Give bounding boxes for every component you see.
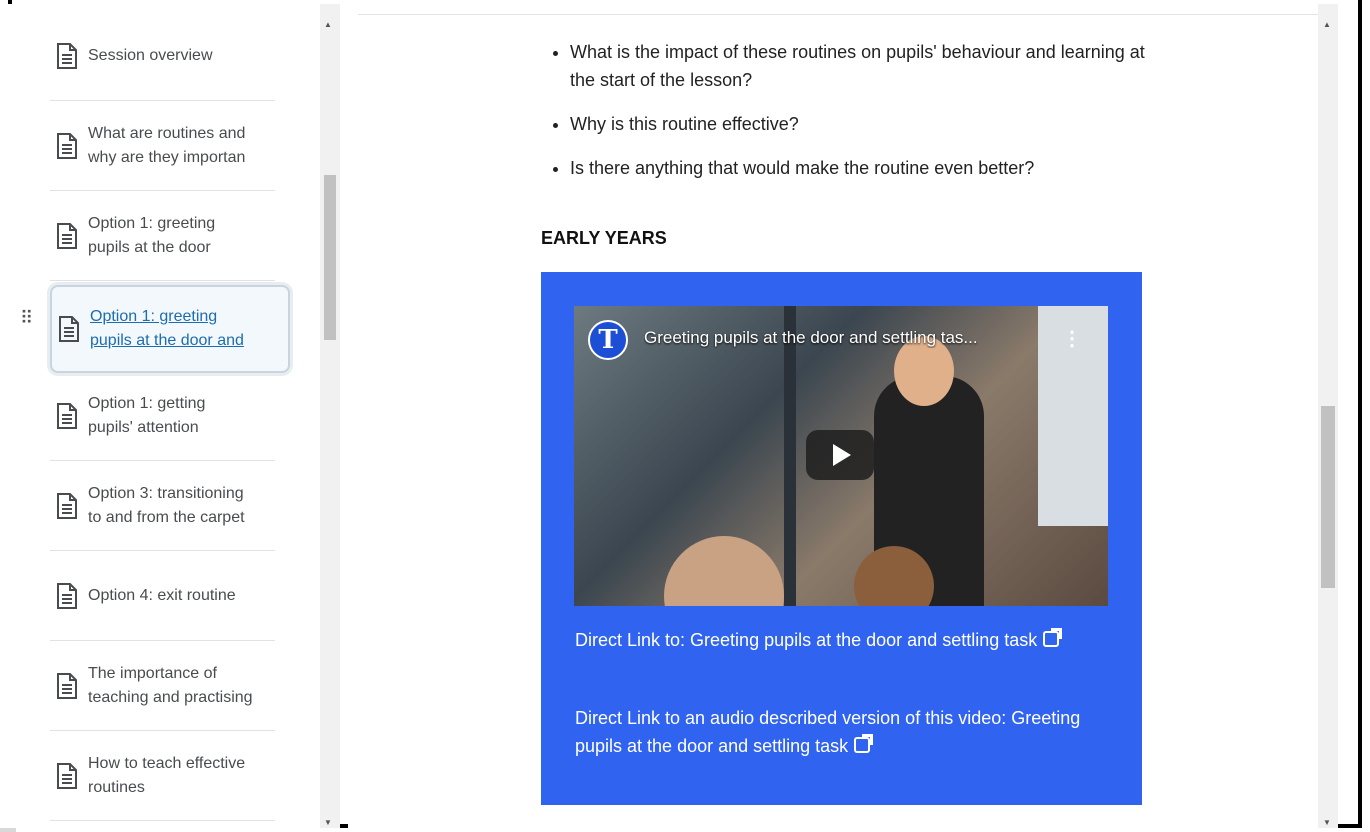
document-icon [56,583,78,609]
toc-item-label-line: Option 1: greeting [88,215,216,232]
toc-item[interactable]: What are routines and why are they import… [50,102,275,191]
video-more-icon[interactable]: ⋮ [1062,326,1082,351]
toc-item[interactable]: How to teach effective routines [50,732,275,821]
video-child-figure [664,536,784,606]
document-icon [56,403,78,429]
toc-item-label[interactable]: Option 1: getting pupils' attention [88,392,273,440]
question-item: Why is this routine effective? [570,110,1170,138]
document-icon [56,43,78,69]
toc-item-label-line: Option 4: exit routine [88,587,236,604]
toc-item-label-line: The importance of [88,665,217,682]
direct-link-video-text[interactable]: Direct Link to: Greeting pupils at the d… [575,630,1037,650]
section-heading: EARLY YEARS [541,228,667,248]
toc-item-label[interactable]: Option 3: transitioning to and from the c… [88,482,273,530]
question-item: What is the impact of these routines on … [570,38,1170,94]
toc-item-label-line: routines [88,779,145,796]
toc-item-label[interactable]: How to teach effective routines [88,752,273,800]
question-item: Is there anything that would make the ro… [570,154,1170,182]
reflection-questions: What is the impact of these routines on … [548,38,1170,198]
toc-item-label[interactable]: Session overview [88,44,273,68]
toc-item[interactable]: Option 1: greeting pupils at the door [50,192,275,281]
toc-item-label-line: pupils' attention [88,419,199,436]
external-link-icon [1043,628,1063,647]
sidebar-scrollbar-thumb[interactable] [324,175,336,340]
document-icon [56,673,78,699]
content-scrollbar-thumb[interactable] [1321,406,1335,588]
toc-item[interactable]: Session overview [50,12,275,101]
external-link-icon [854,734,874,753]
toc-item-label-line: Option 1: greeting [90,308,218,325]
toc-item-label-line: What are routines and [88,125,246,142]
toc-item-label-line: teaching and practising [88,689,253,706]
toc-item-label[interactable]: Option 4: exit routine [88,584,273,608]
toc-item[interactable]: Option 1: greeting pupils at the door and [50,285,290,373]
toc-item-label-line: pupils at the door and [90,332,244,349]
sidebar-scroll-up-icon[interactable]: ▲ [324,20,332,29]
toc-item[interactable]: Option 1: getting pupils' attention [50,372,275,461]
video-title[interactable]: Greeting pupils at the door and settling… [644,328,1044,348]
content-scroll-down-icon[interactable]: ▼ [1323,818,1331,827]
sidebar-scroll-down-icon[interactable]: ▼ [324,818,332,827]
toc-item[interactable]: Option 3: transitioning to and from the c… [50,462,275,551]
video-door-frame [784,306,796,606]
document-icon [56,493,78,519]
content-scroll-up-icon[interactable]: ▲ [1323,20,1331,29]
direct-link-audio-text[interactable]: Direct Link to an audio described versio… [575,708,1080,756]
toc-item-label[interactable]: What are routines and why are they import… [88,122,273,170]
direct-link-video[interactable]: Direct Link to: Greeting pupils at the d… [575,626,1095,654]
direct-link-audio-described[interactable]: Direct Link to an audio described versio… [575,704,1095,760]
toc-item[interactable]: Option 4: exit routine [50,552,275,641]
toc-item-label-line: why are they importan [88,149,246,166]
sidebar-scrollbar[interactable] [320,4,340,828]
toc-item-label[interactable]: The importance of teaching and practising [88,662,273,710]
play-button[interactable] [806,430,874,480]
document-icon [56,763,78,789]
drag-handle-icon[interactable]: ⠿ [20,309,33,327]
toc-item-label-line: pupils at the door [88,239,211,256]
toc-item[interactable]: The importance of teaching and practising [50,642,275,731]
toc-item-label[interactable]: Option 1: greeting pupils at the door [88,212,273,260]
toc-item-label-line: to and from the carpet [88,509,245,526]
document-icon [56,223,78,249]
toc-item-label-line: Session overview [88,47,213,64]
toc-item-label-line: Option 1: getting [88,395,206,412]
document-icon [56,133,78,159]
video-player[interactable]: T Greeting pupils at the door and settli… [574,306,1108,606]
channel-logo-icon[interactable]: T [588,320,628,360]
toc-item-label-line: How to teach effective [88,755,246,772]
content-top-divider [358,4,1318,15]
toc-item-label-line: Option 3: transitioning [88,485,244,502]
toc-item-label[interactable]: Option 1: greeting pupils at the door and [90,305,275,353]
document-icon [58,316,80,342]
